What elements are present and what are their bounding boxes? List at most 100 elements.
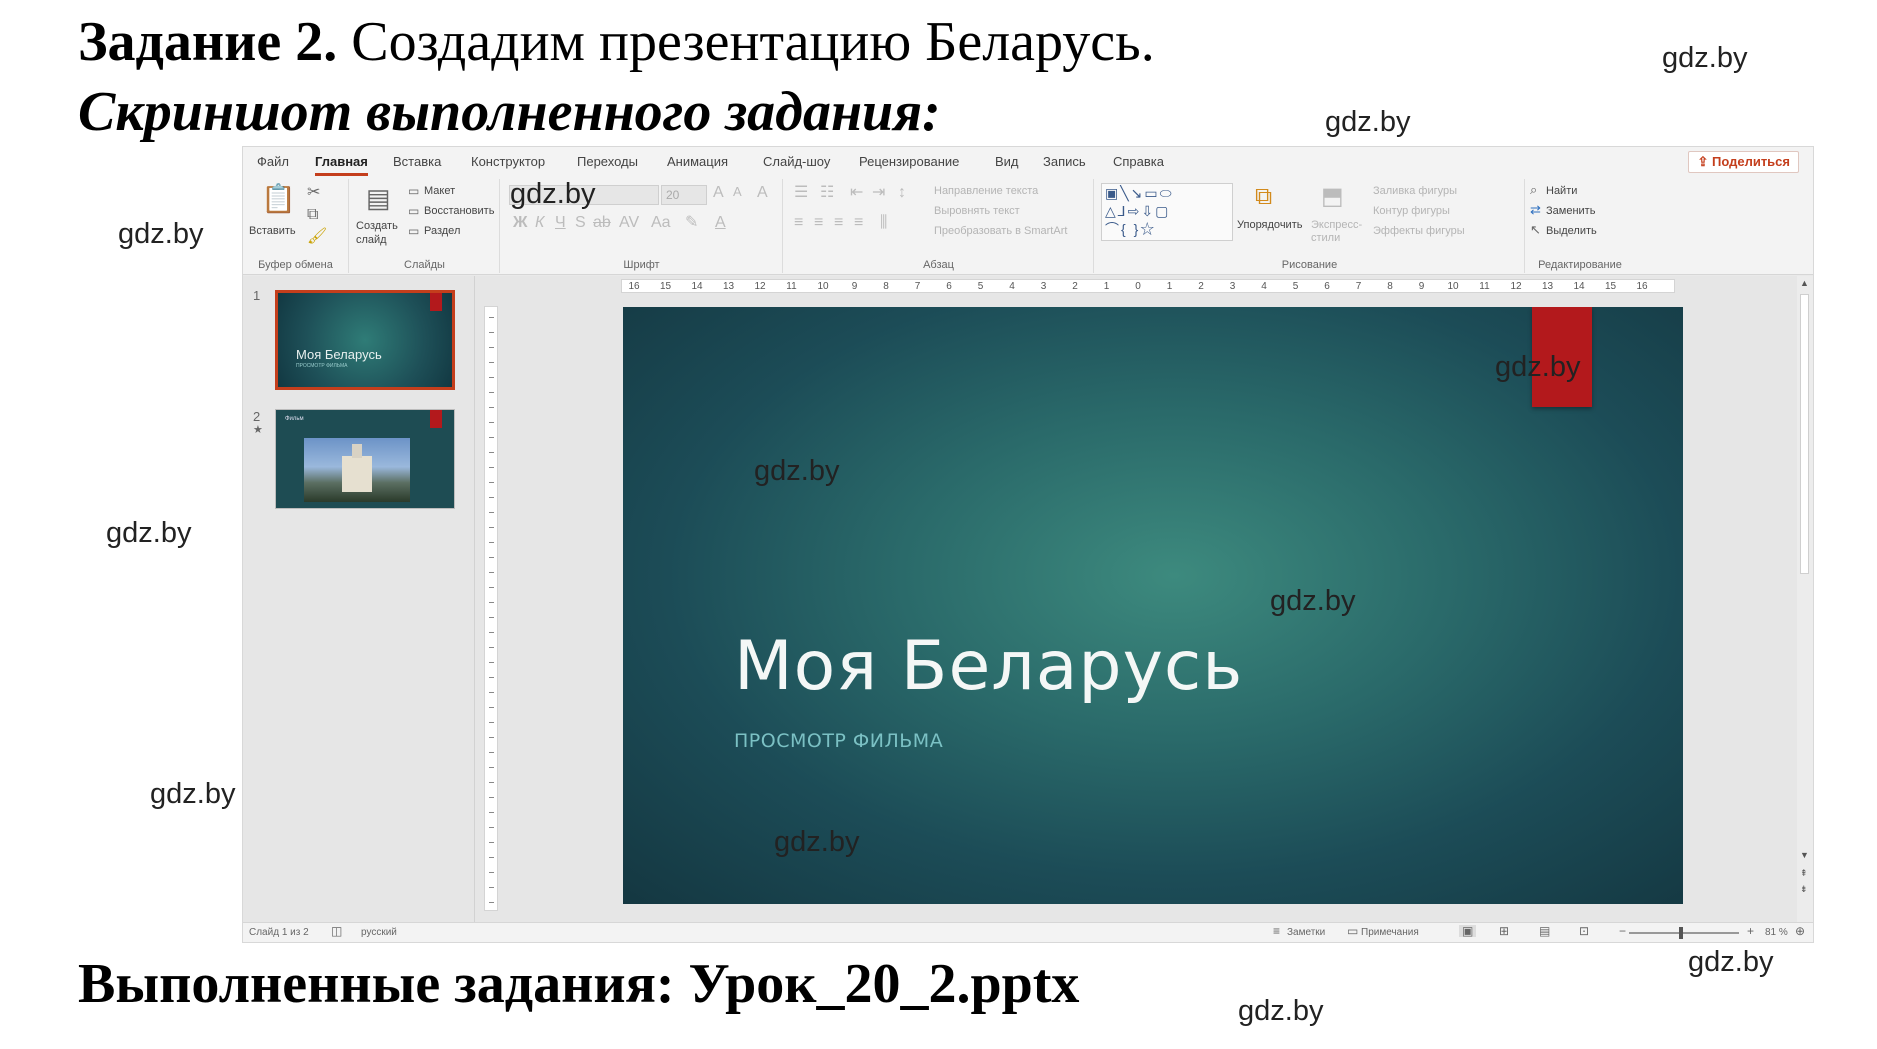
language-indicator[interactable]: русский <box>361 927 397 938</box>
slide-thumbnail-1[interactable]: Моя Беларусь ПРОСМОТР ФИЛЬМА <box>275 290 455 390</box>
scrollbar-thumb[interactable] <box>1800 294 1809 574</box>
scroll-down-icon[interactable]: ▼ <box>1800 850 1809 860</box>
scroll-up-icon[interactable]: ▲ <box>1800 278 1809 288</box>
notes-button[interactable]: Заметки <box>1287 927 1325 938</box>
zoom-slider[interactable] <box>1629 927 1739 939</box>
ruler-tick <box>489 362 494 363</box>
slide-sorter-icon[interactable]: ⊞ <box>1499 925 1509 937</box>
new-slide-icon[interactable]: ▤ <box>366 185 391 211</box>
numbering-icon[interactable]: ☷ <box>820 185 834 201</box>
format-painter-icon[interactable]: 🖌 <box>307 229 327 245</box>
triangle-shape-icon[interactable]: △ <box>1105 203 1118 219</box>
rectangle-shape-icon[interactable]: ▭ <box>1144 185 1159 201</box>
smartart-button[interactable]: Преобразовать в SmartArt <box>934 225 1067 237</box>
bullets-icon[interactable]: ☰ <box>794 185 808 201</box>
align-text-button[interactable]: Выровнять текст <box>934 205 1020 217</box>
select-button[interactable]: Выделить <box>1546 225 1597 237</box>
previous-slide-icon[interactable]: ⇞ <box>1800 868 1808 879</box>
strikethrough-icon[interactable]: ab <box>593 215 611 231</box>
tab-help[interactable]: Справка <box>1113 154 1164 169</box>
star-shape-icon[interactable]: ☆ <box>1140 221 1156 237</box>
shape-effects-button[interactable]: Эффекты фигуры <box>1373 225 1465 237</box>
decrease-indent-icon[interactable]: ⇤ <box>850 185 863 201</box>
arrange-icon[interactable]: ⧉ <box>1255 185 1272 209</box>
font-shrink-icon[interactable]: A <box>733 185 742 198</box>
quick-styles-button[interactable]: Экспресс-стили <box>1311 219 1363 245</box>
tab-view[interactable]: Вид <box>995 154 1019 169</box>
ruler-tick <box>489 512 494 513</box>
shadow-icon[interactable]: S <box>575 215 586 231</box>
justify-icon[interactable]: ≡ <box>854 215 863 231</box>
zoom-level[interactable]: 81 % <box>1765 927 1788 938</box>
vertical-scrollbar[interactable]: ▲ ▼ ⇞ ⇟ <box>1797 276 1813 924</box>
tab-review[interactable]: Рецензирование <box>859 154 959 169</box>
right-arrow-shape-icon[interactable]: ⇨ <box>1128 203 1142 219</box>
font-size-box[interactable]: 20 <box>661 185 707 205</box>
tab-record[interactable]: Запись <box>1043 154 1086 169</box>
tab-animation[interactable]: Анимация <box>667 154 728 169</box>
rounded-rect-shape-icon[interactable]: ▢ <box>1155 203 1170 219</box>
copy-icon[interactable]: ⧉ <box>307 207 318 223</box>
increase-indent-icon[interactable]: ⇥ <box>872 185 885 201</box>
slide-title[interactable]: Моя Беларусь <box>734 627 1243 706</box>
tab-home[interactable]: Главная <box>315 154 368 176</box>
share-button[interactable]: ⇪ Поделиться <box>1688 151 1799 173</box>
change-case-icon[interactable]: Aa <box>651 215 671 231</box>
layout-button[interactable]: Макет <box>424 185 455 197</box>
replace-button[interactable]: Заменить <box>1546 205 1595 217</box>
quick-styles-icon[interactable]: ⬒ <box>1321 185 1344 209</box>
tab-file[interactable]: Файл <box>257 154 289 169</box>
slide-canvas[interactable]: Моя Беларусь ПРОСМОТР ФИЛЬМА <box>623 307 1683 904</box>
line-spacing-icon[interactable]: ↕ <box>898 185 906 201</box>
fit-to-window-icon[interactable]: ⊕ <box>1795 925 1805 937</box>
shapes-gallery[interactable]: ▣╲↘▭⬭ △⅃⇨⇩▢ ⌒{ }☆ <box>1101 183 1233 241</box>
section-button[interactable]: Раздел <box>424 225 460 237</box>
normal-view-icon[interactable]: ▣ <box>1459 925 1477 937</box>
arrange-button[interactable]: Упорядочить <box>1237 219 1302 231</box>
tab-transitions[interactable]: Переходы <box>577 154 638 169</box>
connector-shape-icon[interactable]: ⅃ <box>1118 203 1128 219</box>
align-left-icon[interactable]: ≡ <box>794 215 803 231</box>
ruler-tick-label: 7 <box>1355 281 1362 292</box>
clear-format-icon[interactable]: A <box>757 185 768 201</box>
reset-button[interactable]: Восстановить <box>424 205 494 217</box>
find-button[interactable]: Найти <box>1546 185 1577 197</box>
font-grow-icon[interactable]: A <box>713 185 724 201</box>
paste-button[interactable]: Вставить <box>249 225 296 237</box>
paste-icon[interactable]: 📋 <box>261 185 296 213</box>
slideshow-icon[interactable]: ⊡ <box>1579 925 1589 937</box>
slide-thumbnail-2[interactable]: Фильм <box>275 409 455 509</box>
accessibility-icon[interactable]: ◫ <box>331 925 342 937</box>
down-arrow-shape-icon[interactable]: ⇩ <box>1141 203 1155 219</box>
textbox-shape-icon[interactable]: ▣ <box>1105 185 1120 201</box>
spacing-icon[interactable]: AV <box>619 215 639 231</box>
highlight-icon[interactable]: ✎ <box>685 215 698 231</box>
underline-icon[interactable]: Ч <box>555 215 566 231</box>
align-right-icon[interactable]: ≡ <box>834 215 843 231</box>
new-slide-button[interactable]: Создать слайд <box>356 219 410 247</box>
slide-subtitle[interactable]: ПРОСМОТР ФИЛЬМА <box>734 730 943 752</box>
arrow-line-shape-icon[interactable]: ↘ <box>1131 185 1145 201</box>
tab-slideshow[interactable]: Слайд-шоу <box>763 154 830 169</box>
columns-icon[interactable]: ⫼ <box>880 215 887 231</box>
zoom-slider-knob[interactable] <box>1679 927 1683 939</box>
text-direction-button[interactable]: Направление текста <box>934 185 1038 197</box>
brace-shape-icon[interactable]: { } <box>1121 221 1140 237</box>
italic-icon[interactable]: К <box>535 215 544 231</box>
comments-button[interactable]: Примечания <box>1361 927 1419 938</box>
font-color-icon[interactable]: A <box>715 215 726 231</box>
cut-icon[interactable]: ✂ <box>307 185 320 201</box>
oval-shape-icon[interactable]: ⬭ <box>1160 185 1174 201</box>
zoom-out-icon[interactable]: − <box>1619 925 1626 937</box>
tab-insert[interactable]: Вставка <box>393 154 441 169</box>
line-shape-icon[interactable]: ╲ <box>1120 185 1130 201</box>
curve-shape-icon[interactable]: ⌒ <box>1105 221 1121 237</box>
bold-icon[interactable]: Ж <box>513 215 527 231</box>
zoom-in-icon[interactable]: + <box>1747 925 1754 937</box>
reading-view-icon[interactable]: ▤ <box>1539 925 1550 937</box>
tab-design[interactable]: Конструктор <box>471 154 545 169</box>
shape-outline-button[interactable]: Контур фигуры <box>1373 205 1450 217</box>
align-center-icon[interactable]: ≡ <box>814 215 823 231</box>
shape-fill-button[interactable]: Заливка фигуры <box>1373 185 1457 197</box>
next-slide-icon[interactable]: ⇟ <box>1800 884 1808 895</box>
